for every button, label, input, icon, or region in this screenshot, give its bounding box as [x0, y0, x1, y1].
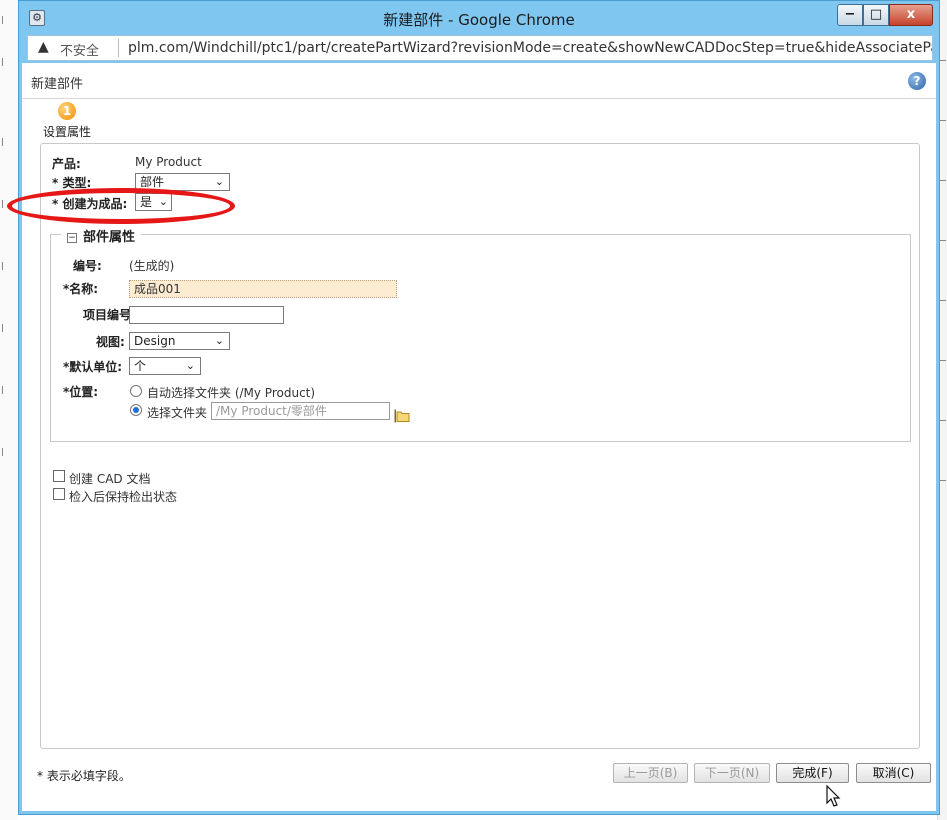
help-icon[interactable]: ? — [908, 72, 926, 90]
product-label: 产品: — [52, 157, 81, 171]
title-bar[interactable]: ⚙ 新建部件 - Google Chrome − □ x — [19, 1, 939, 35]
view-select-value: Design — [134, 334, 176, 348]
number-value: (生成的) — [129, 259, 175, 273]
part-attributes-legend[interactable]: − 部件属性 — [61, 226, 142, 245]
background-page-left — [0, 0, 18, 820]
form-panel: 产品: My Product * 类型: 部件 ⌄ * 创建为成品: 是 ⌄ −… — [7, 143, 920, 749]
create-cad-label[interactable]: 创建 CAD 文档 — [69, 470, 150, 487]
view-label: 视图: — [96, 335, 125, 349]
default-unit-value: 个 — [134, 359, 147, 373]
folder-icon[interactable] — [394, 409, 410, 423]
name-input[interactable]: 成品001 — [129, 280, 397, 298]
browser-popup-window: ⚙ 新建部件 - Google Chrome − □ x ▲ 不安全 plm.c… — [7, 0, 940, 815]
security-label[interactable]: 不安全 — [60, 40, 99, 59]
finished-product-label: * 创建为成品: — [52, 197, 128, 211]
chevron-down-icon: ⌄ — [214, 334, 224, 347]
mouse-cursor-icon — [826, 785, 841, 807]
location-label: *位置: — [63, 385, 99, 399]
choose-folder-radio[interactable] — [130, 404, 142, 416]
default-unit-label: *默认单位: — [63, 360, 123, 374]
page-content: 新建部件 ? 1 设置属性 产品: My Product * 类型: 部件 ⌄ … — [7, 63, 936, 811]
chevron-down-icon: ⌄ — [158, 195, 168, 208]
type-select-value: 部件 — [140, 175, 165, 189]
page-title: 新建部件 — [31, 77, 84, 92]
window-title: 新建部件 - Google Chrome — [383, 11, 575, 29]
keep-checked-out-checkbox[interactable] — [53, 488, 65, 500]
part-attributes-title: 部件属性 — [83, 230, 136, 245]
chevron-down-icon: ⌄ — [214, 175, 224, 188]
default-unit-select[interactable]: 个 ⌄ — [129, 357, 201, 375]
view-select[interactable]: Design ⌄ — [129, 332, 230, 350]
address-divider — [118, 39, 119, 57]
part-attributes-section: − 部件属性 编号: (生成的) *名称: 成品001 项目编号: 视图: Des… — [50, 226, 911, 442]
folder-path-input[interactable]: /My Product/零部件 — [211, 402, 390, 420]
keep-checked-out-label[interactable]: 检入后保持检出状态 — [69, 488, 177, 505]
page-header: 新建部件 ? — [22, 63, 936, 99]
maximize-button[interactable]: □ — [863, 4, 889, 26]
address-bar[interactable]: ▲ 不安全 plm.com/Windchill/ptc1/part/create… — [27, 35, 933, 61]
step-number-icon: 1 — [58, 102, 76, 120]
auto-folder-label[interactable]: 自动选择文件夹 (/My Product) — [147, 384, 315, 401]
url-text[interactable]: plm.com/Windchill/ptc1/part/createPartWi… — [128, 40, 932, 56]
chevron-down-icon: ⌄ — [185, 359, 195, 372]
project-number-input[interactable] — [129, 306, 284, 324]
close-button[interactable]: x — [889, 4, 933, 26]
cancel-button[interactable]: 取消(C) — [856, 763, 931, 783]
type-select[interactable]: 部件 ⌄ — [135, 173, 230, 191]
number-label: 编号: — [73, 259, 102, 273]
create-cad-checkbox[interactable] — [53, 470, 65, 482]
collapse-icon[interactable]: − — [67, 233, 77, 243]
finished-product-select[interactable]: 是 ⌄ — [135, 193, 172, 211]
finish-button[interactable]: 完成(F) — [776, 763, 849, 783]
type-label: * 类型: — [52, 176, 92, 190]
finished-product-value: 是 — [140, 195, 153, 209]
auto-folder-radio[interactable] — [130, 385, 142, 397]
name-label: *名称: — [63, 282, 99, 296]
minimize-button[interactable]: − — [837, 4, 863, 26]
product-value: My Product — [135, 155, 202, 169]
choose-folder-label[interactable]: 选择文件夹 — [147, 404, 207, 421]
project-number-label: 项目编号: — [83, 308, 136, 322]
step-label[interactable]: 设置属性 — [43, 123, 91, 140]
warning-triangle-icon[interactable]: ▲ — [38, 39, 49, 55]
next-button[interactable]: 下一页(N) — [694, 763, 770, 783]
required-note: * 表示必填字段。 — [37, 769, 131, 783]
prev-button[interactable]: 上一页(B) — [613, 763, 688, 783]
